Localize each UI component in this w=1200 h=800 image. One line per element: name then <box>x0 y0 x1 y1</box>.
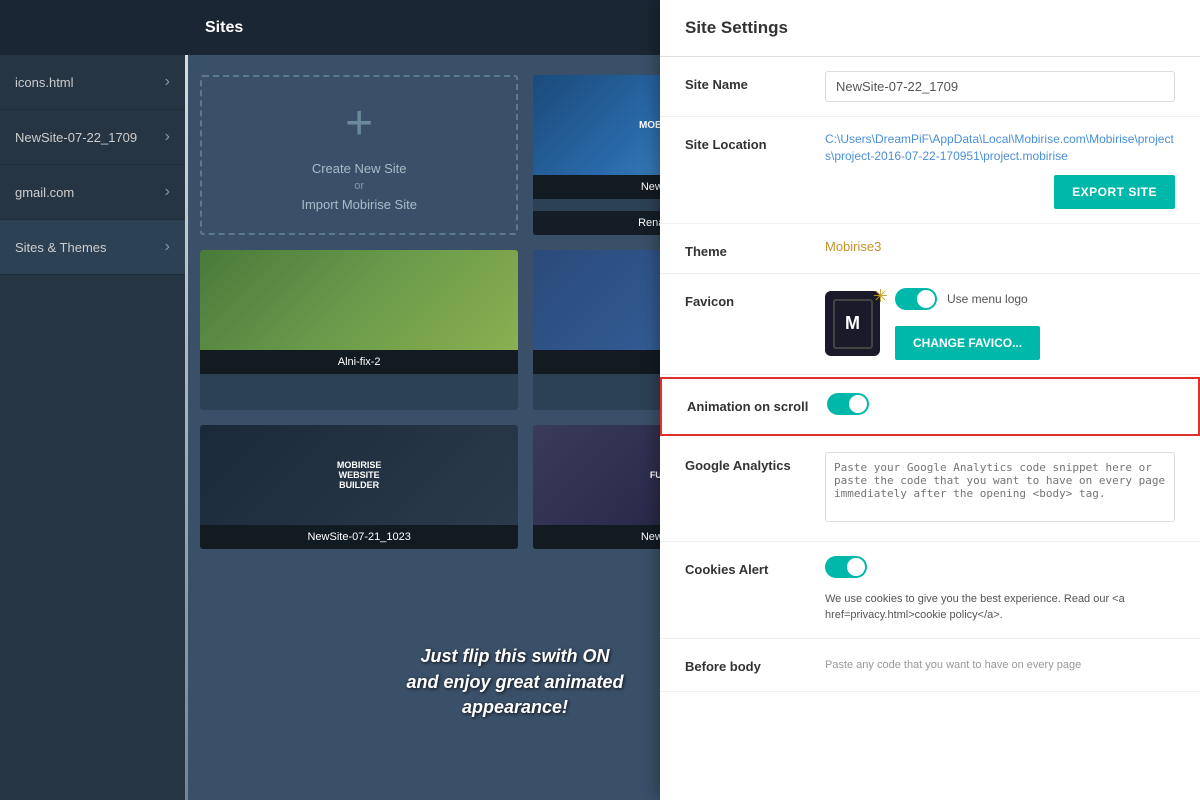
sidebar-item-themes[interactable]: Sites & Themes › <box>0 220 185 275</box>
animation-label: Animation on scroll <box>687 399 827 414</box>
plus-icon: + <box>345 96 373 151</box>
site-card-alni[interactable]: Alni-fix-2 <box>200 250 518 410</box>
sidebar-item-label: icons.html <box>15 75 74 90</box>
chevron-right-icon: › <box>165 128 170 146</box>
site-name-row: Site Name <box>660 57 1200 117</box>
animation-on-scroll-row: Animation on scroll <box>660 377 1200 436</box>
before-body-value: Paste any code that you want to have on … <box>825 653 1175 677</box>
cookies-description: We use cookies to give you the best expe… <box>825 591 1175 624</box>
sidebar-item-icons[interactable]: icons.html › <box>0 55 185 110</box>
spinner-icon: ✳ <box>873 286 888 307</box>
settings-panel: Site Settings Site Name Site Location C:… <box>660 0 1200 800</box>
site-name-input[interactable] <box>825 71 1175 102</box>
divider-line <box>185 55 188 800</box>
create-label: Create New Site or Import Mobirise Site <box>301 159 417 215</box>
google-analytics-textarea[interactable] <box>825 452 1175 522</box>
card-label: NewSite-07-21_1023 <box>200 525 518 549</box>
export-site-button[interactable]: EXPORT SITE <box>1054 175 1175 209</box>
sidebar-header <box>0 0 185 55</box>
google-analytics-value <box>825 452 1175 527</box>
use-menu-logo-row: Use menu logo <box>895 288 1040 310</box>
location-text: C:\Users\DreamPiF\AppData\Local\Mobirise… <box>825 131 1175 165</box>
favicon-label: Favicon <box>685 288 825 309</box>
theme-value: Mobirise3 <box>825 238 1175 256</box>
use-menu-logo-label: Use menu logo <box>947 292 1028 306</box>
before-body-placeholder: Paste any code that you want to have on … <box>825 653 1175 677</box>
site-name-label: Site Name <box>685 71 825 92</box>
cookies-alert-label: Cookies Alert <box>685 556 825 577</box>
before-body-row: Before body Paste any code that you want… <box>660 639 1200 692</box>
card-image <box>200 250 518 350</box>
change-favicon-button[interactable]: CHANGE FAVICO... <box>895 326 1040 360</box>
sites-title: Sites <box>205 19 243 37</box>
site-location-label: Site Location <box>685 131 825 152</box>
create-new-site-card[interactable]: + Create New Site or Import Mobirise Sit… <box>200 75 518 235</box>
animation-on-scroll-toggle[interactable] <box>827 393 869 415</box>
favicon-value: M ✳ Use menu logo CHANGE FAVICO... <box>825 288 1175 360</box>
animation-toggle-container <box>827 393 869 420</box>
chevron-right-icon: › <box>165 183 170 201</box>
card-label: Alni-fix-2 <box>200 350 518 374</box>
google-analytics-row: Google Analytics <box>660 438 1200 542</box>
before-body-label: Before body <box>685 653 825 674</box>
chevron-right-icon: › <box>165 238 170 256</box>
site-name-value <box>825 71 1175 102</box>
cookies-alert-row: Cookies Alert We use cookies to give you… <box>660 542 1200 639</box>
cookies-alert-value: We use cookies to give you the best expe… <box>825 556 1175 624</box>
theme-link[interactable]: Mobirise3 <box>825 239 881 254</box>
caption-line2: and enjoy great animated appearance! <box>370 670 660 720</box>
settings-title: Site Settings <box>660 0 1200 57</box>
favicon-row: Favicon M ✳ Use menu logo CHANGE FAVICO.… <box>660 274 1200 375</box>
sidebar: icons.html › NewSite-07-22_1709 › gmail.… <box>0 0 185 800</box>
site-card-1023[interactable]: MOBIRISEWEBSITEBUILDER NewSite-07-21_102… <box>200 425 518 549</box>
site-location-row: Site Location C:\Users\DreamPiF\AppData\… <box>660 117 1200 224</box>
card-image: MOBIRISEWEBSITEBUILDER <box>200 425 518 525</box>
sidebar-item-label: NewSite-07-22_1709 <box>15 130 137 145</box>
cookies-alert-toggle[interactable] <box>825 556 867 578</box>
chevron-right-icon: › <box>165 73 170 91</box>
phone-screen: M <box>833 299 873 349</box>
site-location-value: C:\Users\DreamPiF\AppData\Local\Mobirise… <box>825 131 1175 209</box>
google-analytics-label: Google Analytics <box>685 452 825 473</box>
use-menu-logo-toggle[interactable] <box>895 288 937 310</box>
favicon-phone: M ✳ <box>825 291 880 356</box>
sidebar-item-label: gmail.com <box>15 185 74 200</box>
theme-label: Theme <box>685 238 825 259</box>
sidebar-item-newsite[interactable]: NewSite-07-22_1709 › <box>0 110 185 165</box>
caption-overlay: Just flip this swith ON and enjoy great … <box>370 644 660 720</box>
favicon-options: Use menu logo CHANGE FAVICO... <box>895 288 1040 360</box>
caption-line1: Just flip this swith ON <box>370 644 660 669</box>
sidebar-item-label: Sites & Themes <box>15 240 107 255</box>
theme-row: Theme Mobirise3 <box>660 224 1200 274</box>
sidebar-item-gmail[interactable]: gmail.com › <box>0 165 185 220</box>
